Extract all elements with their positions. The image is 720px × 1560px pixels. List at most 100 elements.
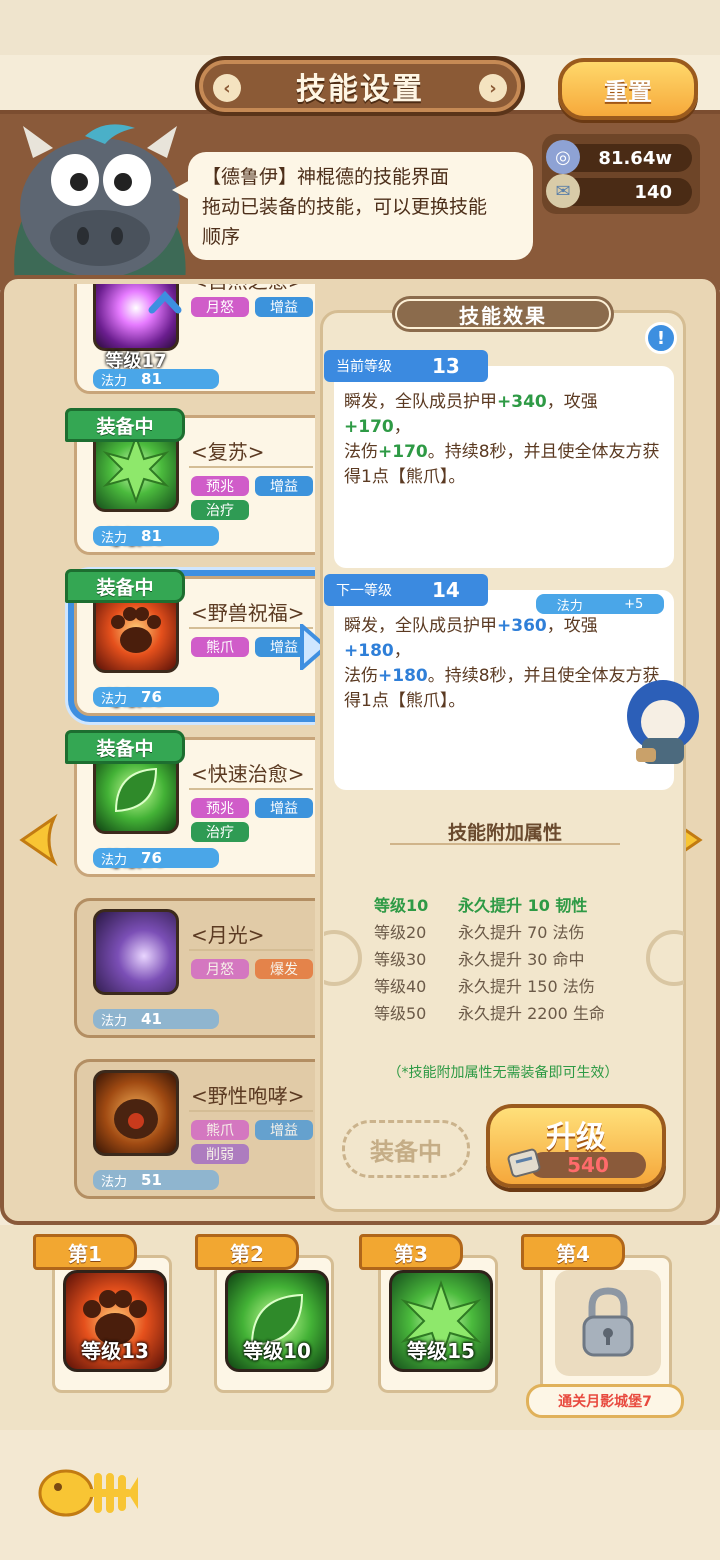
- equip-slot-1[interactable]: 等级13 第1: [33, 1234, 172, 1393]
- skill-tag: 月怒: [191, 959, 249, 979]
- divider: [189, 1110, 313, 1112]
- skill-name: <野性咆哮>: [191, 1084, 305, 1108]
- current-level-ribbon: 当前等级 13: [324, 350, 488, 382]
- skill-tag: 预兆: [191, 798, 249, 818]
- equip-slot-4-locked[interactable]: 第4: [521, 1234, 672, 1393]
- skill-tag: 增益: [255, 1120, 313, 1140]
- mana-badge: 法力 76: [93, 687, 219, 707]
- equipped-ribbon: 装备中: [65, 569, 185, 603]
- skill-tag: 预兆: [191, 476, 249, 496]
- druid-mascot-icon: [14, 124, 186, 283]
- attr-row: 等级50 永久提升 2200 生命: [374, 1004, 605, 1023]
- divider: [189, 627, 313, 629]
- skill-card[interactable]: 等级17 <自然之愈> 月怒 增益 法力81: [74, 284, 315, 394]
- slot-level: 等级10: [243, 1339, 311, 1363]
- gem-counter: ◎ 81.64w: [546, 140, 692, 174]
- title-left-ornament-icon: ‹: [213, 74, 241, 102]
- attr-row: 等级10 永久提升 10 韧性: [374, 896, 588, 915]
- scroll-up-icon[interactable]: [148, 288, 182, 318]
- gem-amount: 81.64w: [598, 147, 672, 169]
- title-right-ornament-icon: ›: [479, 74, 507, 102]
- skill-name: <野兽祝福>: [191, 601, 305, 625]
- skill-card-locked[interactable]: <月光> 月怒 爆发 法力 41: [74, 898, 315, 1038]
- attr-row: 等级20 永久提升 70 法伤: [374, 923, 585, 942]
- equipped-ribbon: 装备中: [65, 408, 185, 442]
- info-icon[interactable]: !: [645, 322, 677, 354]
- skill-tag: 熊爪: [191, 1120, 249, 1140]
- next-level-ribbon: 下一等级 14: [324, 574, 488, 606]
- scroll-amount: 140: [634, 181, 672, 203]
- speech-line-1: 【德鲁伊】神棍德的技能界面: [202, 166, 450, 188]
- attr-row: 等级30 永久提升 30 命中: [374, 950, 585, 969]
- scroll-icon: [507, 1148, 541, 1178]
- mana-badge: 法力 81: [93, 526, 219, 546]
- speech-line-2: 拖动已装备的技能，可以更换技能: [202, 196, 488, 218]
- fish-bone-menu-icon[interactable]: [36, 1455, 140, 1527]
- mana-badge: 法力 81: [93, 369, 219, 389]
- speech-line-3: 顺序: [202, 226, 241, 248]
- skill-tag: 治疗: [191, 500, 249, 520]
- mana-badge: 法力 51: [93, 1170, 219, 1190]
- skill-list[interactable]: 等级17 <自然之愈> 月怒 增益 法力81 等级15 装备中 <复苏> 预兆 …: [30, 284, 315, 1214]
- current-level-box: 当前等级 13 瞬发，全队成员护甲+340，攻强+170， 法伤+170。持续8秒…: [324, 350, 674, 568]
- celtic-ornament-right-icon: [646, 930, 684, 986]
- slot-level: 等级15: [407, 1339, 475, 1363]
- attr-note: （*技能附加属性无需装备即可生效）: [387, 1065, 619, 1081]
- scroll-icon: ✉: [546, 174, 580, 208]
- moonlight-skill-icon: [93, 909, 179, 995]
- scroll-counter: ✉ 140: [546, 174, 692, 208]
- speech-bubble: 【德鲁伊】神棍德的技能界面 拖动已装备的技能，可以更换技能 顺序: [172, 152, 533, 260]
- equip-slot-2[interactable]: 等级10 第2: [195, 1234, 334, 1393]
- mana-badge: 法力 41: [93, 1009, 219, 1029]
- skill-tag: 增益: [255, 297, 313, 317]
- wild-roar-skill-icon: [93, 1070, 179, 1156]
- companion-avatar-icon[interactable]: [622, 676, 704, 768]
- skill-tag: 治疗: [191, 822, 249, 842]
- skill-name: <快速治愈>: [191, 762, 305, 786]
- mana-badge: 法力 76: [93, 848, 219, 868]
- attr-title: 技能附加属性: [447, 822, 562, 844]
- skill-tag: 增益: [255, 798, 313, 818]
- skill-tag: 爆发: [255, 959, 313, 979]
- currency-panel: ◎ 81.64w ✉ 140: [542, 134, 700, 214]
- current-level-description: 瞬发，全队成员护甲+340，攻强+170， 法伤+170。持续8秒，并且使全体友…: [344, 392, 660, 487]
- unlock-tip: 通关月影城堡7: [526, 1384, 684, 1418]
- upgrade-button[interactable]: 升级 540: [486, 1104, 666, 1188]
- divider: [189, 466, 313, 468]
- skill-tag: 削弱: [191, 1144, 249, 1164]
- skill-name: <月光>: [191, 923, 265, 947]
- next-level-description: 瞬发，全队成员护甲+360，攻强+180， 法伤+180。持续8秒，并且使全体友…: [344, 616, 660, 711]
- equip-slot-3[interactable]: 等级15 第3: [359, 1234, 498, 1393]
- slot-header: 第1: [33, 1234, 137, 1270]
- slot-header: 第2: [195, 1234, 299, 1270]
- skill-name: <复苏>: [191, 440, 265, 464]
- skill-tag: 熊爪: [191, 637, 249, 657]
- page-title: 技能设置: [296, 72, 424, 107]
- skill-tag: 月怒: [191, 297, 249, 317]
- gem-icon: ◎: [546, 140, 580, 174]
- upgrade-cost: 540: [530, 1152, 646, 1178]
- next-mana-badge: 法力 +5: [536, 594, 664, 614]
- slot-header: 第4: [521, 1234, 625, 1270]
- equipped-ribbon: 装备中: [65, 730, 185, 764]
- lock-icon: [555, 1270, 661, 1376]
- slot-level: 等级13: [81, 1339, 149, 1363]
- slot-header: 第3: [359, 1234, 463, 1270]
- attr-row: 等级40 永久提升 150 法伤: [374, 977, 595, 996]
- celtic-ornament-left-icon: [324, 930, 362, 986]
- divider: [189, 788, 313, 790]
- skill-card[interactable]: 等级15 装备中 <复苏> 预兆 增益 治疗 法力81: [65, 408, 315, 555]
- equipped-state-button: 装备中: [342, 1120, 470, 1178]
- skill-card[interactable]: 等级10 装备中 <快速治愈> 预兆 增益 治疗 法力76: [65, 730, 315, 877]
- skill-name: <自然之愈>: [191, 284, 305, 294]
- divider: [189, 949, 313, 951]
- skill-card-locked[interactable]: <野性咆哮> 熊爪 增益 削弱 法力 51: [74, 1059, 315, 1199]
- previous-page-arrow-icon[interactable]: [14, 812, 58, 868]
- reset-button[interactable]: 重置: [558, 58, 698, 120]
- top-band: [0, 0, 720, 55]
- detail-title: 技能效果: [392, 296, 614, 332]
- skill-card-selected[interactable]: 等级13 装备中 <野兽祝福> 熊爪 增益 法力76: [65, 569, 315, 716]
- title-bar: ‹ 技能设置 ›: [195, 56, 525, 116]
- divider: [390, 843, 620, 845]
- skill-tag: 增益: [255, 476, 313, 496]
